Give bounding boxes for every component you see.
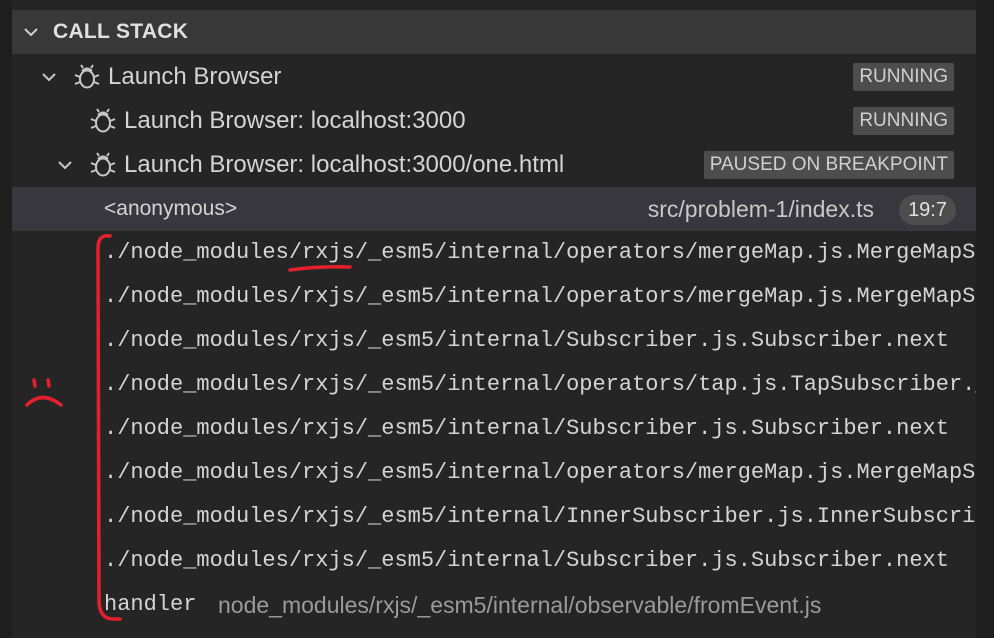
status-badge: PAUSED ON BREAKPOINT xyxy=(703,151,954,179)
chevron-down-icon[interactable] xyxy=(57,157,73,173)
chevron-down-icon[interactable] xyxy=(41,69,57,85)
session-label: Launch Browser xyxy=(108,63,282,90)
frame-file: node_modules/rxjs/_esm5/internal/observa… xyxy=(218,592,822,618)
debug-bug-icon xyxy=(74,64,100,89)
status-badge: RUNNING xyxy=(853,107,954,135)
status-badge: RUNNING xyxy=(853,63,954,91)
stack-frame-anonymous[interactable]: <anonymous> src/problem-1/index.ts 19:7 xyxy=(12,187,976,231)
stack-frame-handler[interactable]: handler node_modules/rxjs/_esm5/internal… xyxy=(12,583,976,627)
stack-frame[interactable]: ./node_modules/rxjs/_esm5/internal/Subsc… xyxy=(104,539,976,583)
stack-frame[interactable]: ./node_modules/rxjs/_esm5/internal/Subsc… xyxy=(104,319,976,363)
section-title: CALL STACK xyxy=(53,20,189,43)
session-label: Launch Browser: localhost:3000/one.html xyxy=(124,151,565,178)
debug-bug-icon xyxy=(90,152,116,177)
stack-frame[interactable]: ./node_modules/rxjs/_esm5/internal/opera… xyxy=(104,363,976,407)
debug-bug-icon xyxy=(90,108,116,133)
stack-frame[interactable]: ./node_modules/rxjs/_esm5/internal/opera… xyxy=(104,275,976,319)
session-row-launch-browser[interactable]: Launch Browser RUNNING xyxy=(12,55,976,99)
frame-name: handler xyxy=(104,592,197,617)
call-stack-header[interactable]: CALL STACK xyxy=(12,10,976,54)
session-row-localhost-3000[interactable]: Launch Browser: localhost:3000 RUNNING xyxy=(12,99,976,143)
frame-name: <anonymous> xyxy=(104,197,238,220)
session-label: Launch Browser: localhost:3000 xyxy=(124,107,466,134)
session-row-one-html[interactable]: Launch Browser: localhost:3000/one.html … xyxy=(12,143,976,187)
stack-frame[interactable]: ./node_modules/rxjs/_esm5/internal/opera… xyxy=(104,231,976,275)
stack-frame[interactable]: ./node_modules/rxjs/_esm5/internal/Subsc… xyxy=(104,407,976,451)
stack-frame[interactable]: ./node_modules/rxjs/_esm5/internal/Inner… xyxy=(104,495,976,539)
line-column-badge: 19:7 xyxy=(899,195,956,225)
chevron-down-icon[interactable] xyxy=(23,24,39,40)
frame-file: src/problem-1/index.ts xyxy=(647,196,874,222)
stack-frame[interactable]: ./node_modules/rxjs/_esm5/internal/opera… xyxy=(104,451,976,495)
